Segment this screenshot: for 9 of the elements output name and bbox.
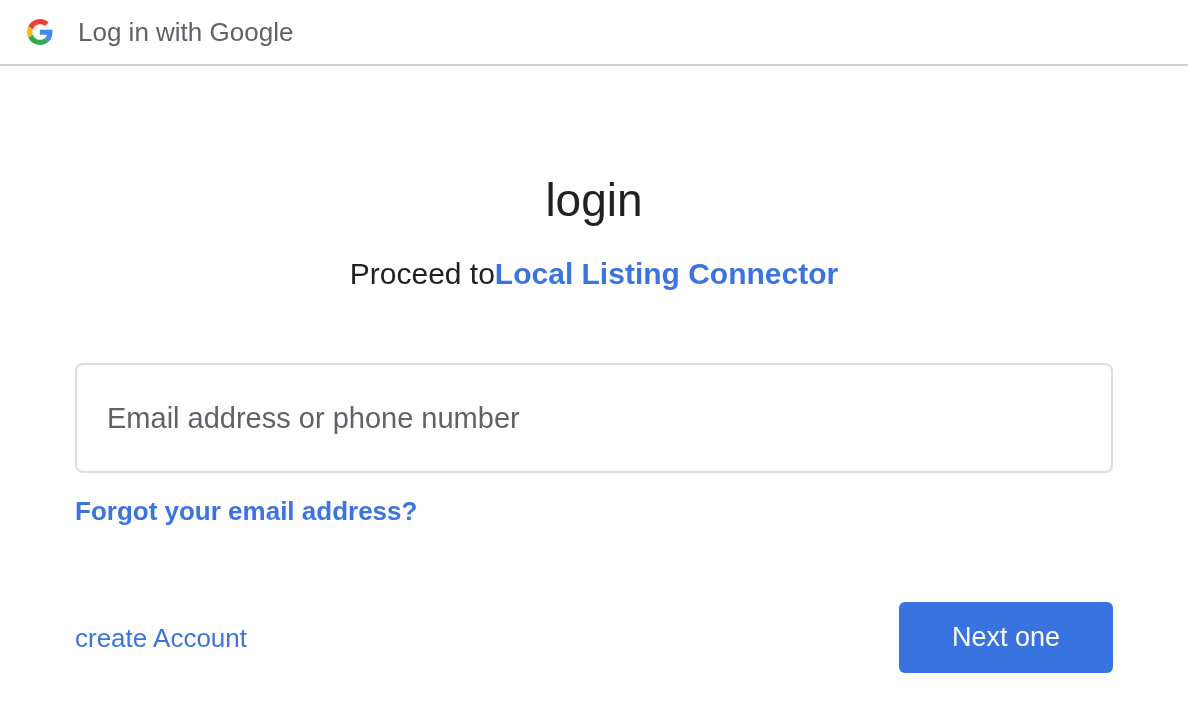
forgot-email-link[interactable]: Forgot your email address? — [75, 495, 418, 527]
subtitle-text: Proceed toLocal Listing Connector — [349, 256, 839, 292]
header-title: Log in with Google — [78, 16, 294, 48]
page-heading: login — [545, 173, 643, 228]
next-button[interactable]: Next one — [899, 602, 1113, 673]
create-account-link[interactable]: create Account — [75, 621, 247, 654]
logo-icon — [27, 19, 53, 45]
app-link[interactable]: Local Listing Connector — [494, 257, 839, 290]
email-field[interactable]: Email address or phone number — [75, 363, 1113, 473]
